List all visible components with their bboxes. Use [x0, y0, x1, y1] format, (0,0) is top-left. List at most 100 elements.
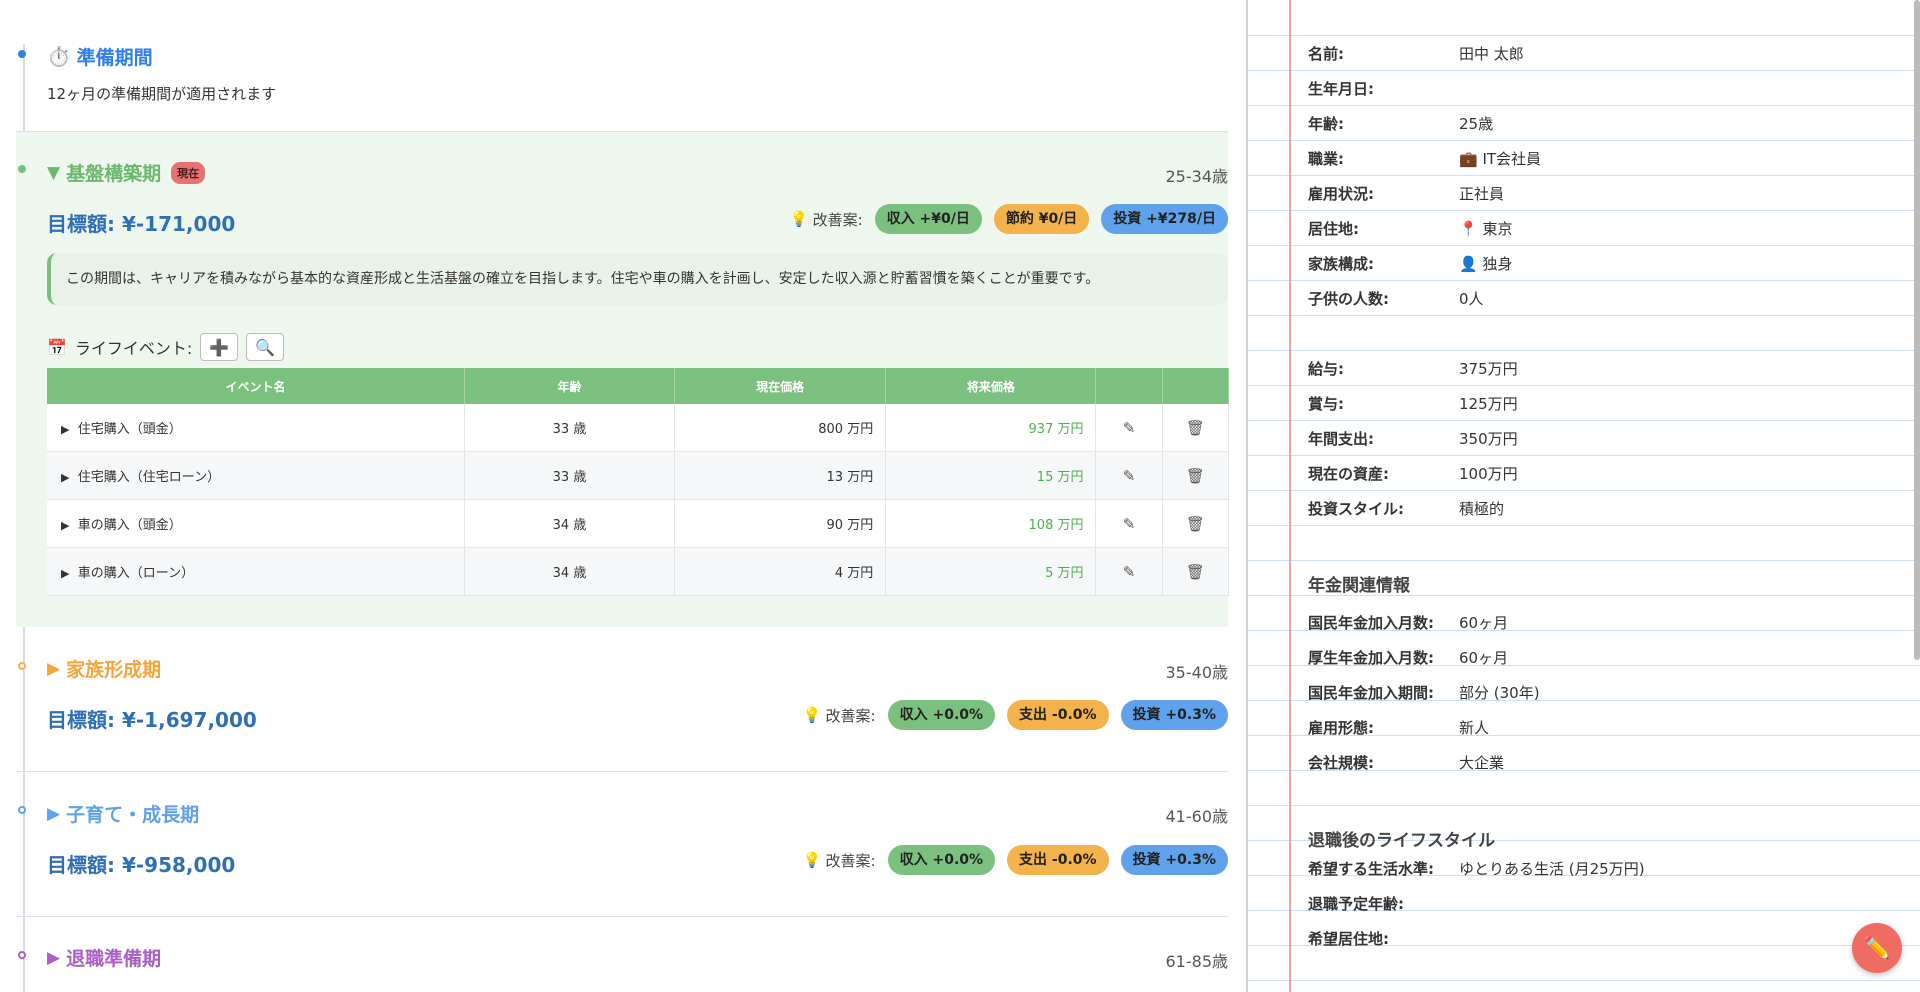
profile-row-family: 家族構成: 👤 独身: [1308, 255, 1513, 273]
edit-icon[interactable]: ✎: [1095, 547, 1163, 596]
profile-row-welfare-pension-months: 厚生年金加入月数: 60ヶ月: [1308, 649, 1509, 667]
lightbulb-icon: 💡: [802, 851, 822, 869]
pension-section-title: 年金関連情報: [1308, 576, 1410, 596]
phase-title-family[interactable]: ▶ 家族形成期: [47, 655, 161, 682]
timeline-dot-foundation: [18, 165, 26, 173]
search-event-button[interactable]: 🔍: [246, 333, 285, 361]
profile-row-bonus: 賞与: 125万円: [1308, 395, 1518, 413]
phase-title-prep: ⏱️ 準備期間: [47, 46, 153, 69]
event-future-price: 15 万円: [885, 451, 1097, 500]
trash-icon[interactable]: 🗑: [1162, 499, 1230, 548]
col-header-future: 将来価格: [885, 368, 1097, 404]
edit-icon[interactable]: ✎: [1095, 451, 1163, 500]
profile-row-employment: 雇用状況: 正社員: [1308, 185, 1505, 203]
income-pill[interactable]: 収入 +¥0/日: [874, 204, 982, 234]
profile-row-living-standard: 希望する生活水準: ゆとりある生活 (月25万円): [1308, 860, 1645, 878]
expand-triangle-icon[interactable]: ▶: [61, 519, 69, 532]
event-current-price: 4 万円: [674, 547, 887, 596]
event-name: 車の購入（頭金）: [77, 518, 182, 533]
income-pill[interactable]: 収入 +0.0%: [887, 845, 996, 875]
expand-triangle-icon[interactable]: ▶: [61, 567, 69, 580]
life-events-header: 📅 ライフイベント: ➕ 🔍: [47, 333, 285, 361]
phase-title-foundation[interactable]: ▼ 基盤構築期 現在: [47, 159, 206, 186]
profile-row-retire-age: 退職予定年齢:: [1308, 895, 1404, 913]
invest-pill[interactable]: 投資 +0.3%: [1120, 845, 1228, 875]
saving-pill[interactable]: 節約 ¥0/日: [993, 204, 1090, 234]
profile-row-children: 子供の人数: 0人: [1308, 290, 1484, 308]
collapse-triangle-icon[interactable]: ▼: [47, 163, 60, 183]
event-current-price: 800 万円: [674, 404, 887, 452]
profile-row-occupation: 職業: 💼 IT会社員: [1308, 150, 1542, 168]
phase-title-retire-prep[interactable]: ▶ 退職準備期: [47, 944, 161, 971]
timeline-dot-prep: [18, 50, 26, 58]
timeline-dot-childcare: [18, 806, 26, 814]
col-header-name: イベント名: [47, 368, 465, 404]
profile-row-salary: 給与: 375万円: [1308, 360, 1518, 378]
profile-row-annual-expense: 年間支出: 350万円: [1308, 430, 1518, 448]
lightbulb-icon: 💡: [789, 210, 809, 228]
expense-pill[interactable]: 支出 -0.0%: [1007, 700, 1109, 730]
age-range-childcare: 41-60歳: [1165, 807, 1229, 826]
add-event-button[interactable]: ➕: [200, 333, 239, 361]
col-header-edit: [1095, 368, 1163, 404]
trash-icon[interactable]: 🗑: [1162, 404, 1230, 452]
expand-triangle-icon[interactable]: ▶: [47, 948, 60, 968]
timeline-dot-family: [18, 662, 26, 670]
age-range-foundation: 25-34歳: [1165, 167, 1229, 186]
income-pill[interactable]: 収入 +0.0%: [887, 700, 996, 730]
event-name: 住宅購入（頭金）: [77, 422, 182, 437]
table-row[interactable]: ▶ 車の購入（ローン） 34 歳 4 万円 5 万円 ✎ 🗑: [47, 547, 1230, 596]
plus-icon: ➕: [209, 337, 230, 357]
scrollbar[interactable]: [1914, 0, 1920, 660]
col-header-age: 年齢: [464, 368, 675, 404]
event-current-price: 13 万円: [674, 451, 887, 500]
profile-row-national-pension-period: 国民年金加入期間: 部分 (30年): [1308, 684, 1540, 702]
expand-triangle-icon[interactable]: ▶: [47, 659, 60, 679]
profile-row-residence: 居住地: 📍 東京: [1308, 220, 1513, 238]
trash-icon[interactable]: 🗑: [1162, 547, 1230, 596]
target-amount-foundation: 目標額: ¥-171,000: [47, 212, 236, 236]
profile-row-name: 名前: 田中 太郎: [1308, 45, 1524, 63]
event-age: 33 歳: [464, 404, 675, 452]
table-row[interactable]: ▶ 住宅購入（頭金） 33 歳 800 万円 937 万円 ✎ 🗑: [47, 404, 1230, 452]
profile-row-age: 年齢: 25歳: [1308, 115, 1494, 133]
profile-row-invest-style: 投資スタイル: 積極的: [1308, 500, 1505, 518]
stopwatch-icon: ⏱️: [47, 46, 71, 68]
invest-pill[interactable]: 投資 +0.3%: [1120, 700, 1228, 730]
expense-pill[interactable]: 支出 -0.0%: [1007, 845, 1109, 875]
lightbulb-icon: 💡: [802, 706, 822, 724]
edit-profile-button[interactable]: ✏️: [1852, 923, 1902, 973]
profile-row-national-pension-months: 国民年金加入月数: 60ヶ月: [1308, 614, 1509, 632]
profile-row-assets: 現在の資産: 100万円: [1308, 465, 1518, 483]
trash-icon[interactable]: 🗑: [1162, 451, 1230, 500]
expand-triangle-icon[interactable]: ▶: [61, 471, 69, 484]
notebook-margin-line: [1289, 0, 1291, 992]
event-name: 車の購入（ローン）: [77, 566, 195, 581]
event-future-price: 108 万円: [885, 499, 1097, 548]
profile-row-birthdate: 生年月日:: [1308, 80, 1374, 98]
table-row[interactable]: ▶ 車の購入（頭金） 34 歳 90 万円 108 万円 ✎ 🗑: [47, 499, 1230, 548]
event-future-price: 937 万円: [885, 404, 1097, 452]
table-row[interactable]: ▶ 住宅購入（住宅ローン） 33 歳 13 万円 15 万円 ✎ 🗑: [47, 451, 1230, 500]
expand-triangle-icon[interactable]: ▶: [61, 423, 69, 436]
prep-subtitle: 12ヶ月の準備期間が適用されます: [47, 85, 277, 103]
section-divider: [16, 916, 1228, 917]
pencil-icon: ✏️: [1863, 935, 1891, 961]
profile-row-company-size: 会社規模: 大企業: [1308, 754, 1505, 772]
retire-lifestyle-section-title: 退職後のライフスタイル: [1308, 831, 1495, 851]
improve-suggestions-childcare: 💡 改善案: 収入 +0.0% 支出 -0.0% 投資 +0.3%: [803, 845, 1228, 875]
edit-icon[interactable]: ✎: [1095, 499, 1163, 548]
event-age: 34 歳: [464, 499, 675, 548]
search-icon: 🔍: [255, 337, 276, 357]
invest-pill[interactable]: 投資 +¥278/日: [1101, 204, 1228, 234]
profile-row-employment-type: 雇用形態: 新人: [1308, 719, 1490, 737]
event-age: 34 歳: [464, 547, 675, 596]
target-amount-childcare: 目標額: ¥-958,000: [47, 853, 236, 877]
expand-triangle-icon[interactable]: ▶: [47, 804, 60, 824]
edit-icon[interactable]: ✎: [1095, 404, 1163, 452]
col-header-delete: [1162, 368, 1230, 404]
current-badge: 現在: [171, 161, 206, 184]
phase-description: この期間は、キャリアを積みながら基本的な資産形成と生活基盤の確立を目指します。住…: [47, 253, 1228, 305]
phase-title-childcare[interactable]: ▶ 子育て・成長期: [47, 800, 199, 827]
section-divider: [16, 771, 1228, 772]
